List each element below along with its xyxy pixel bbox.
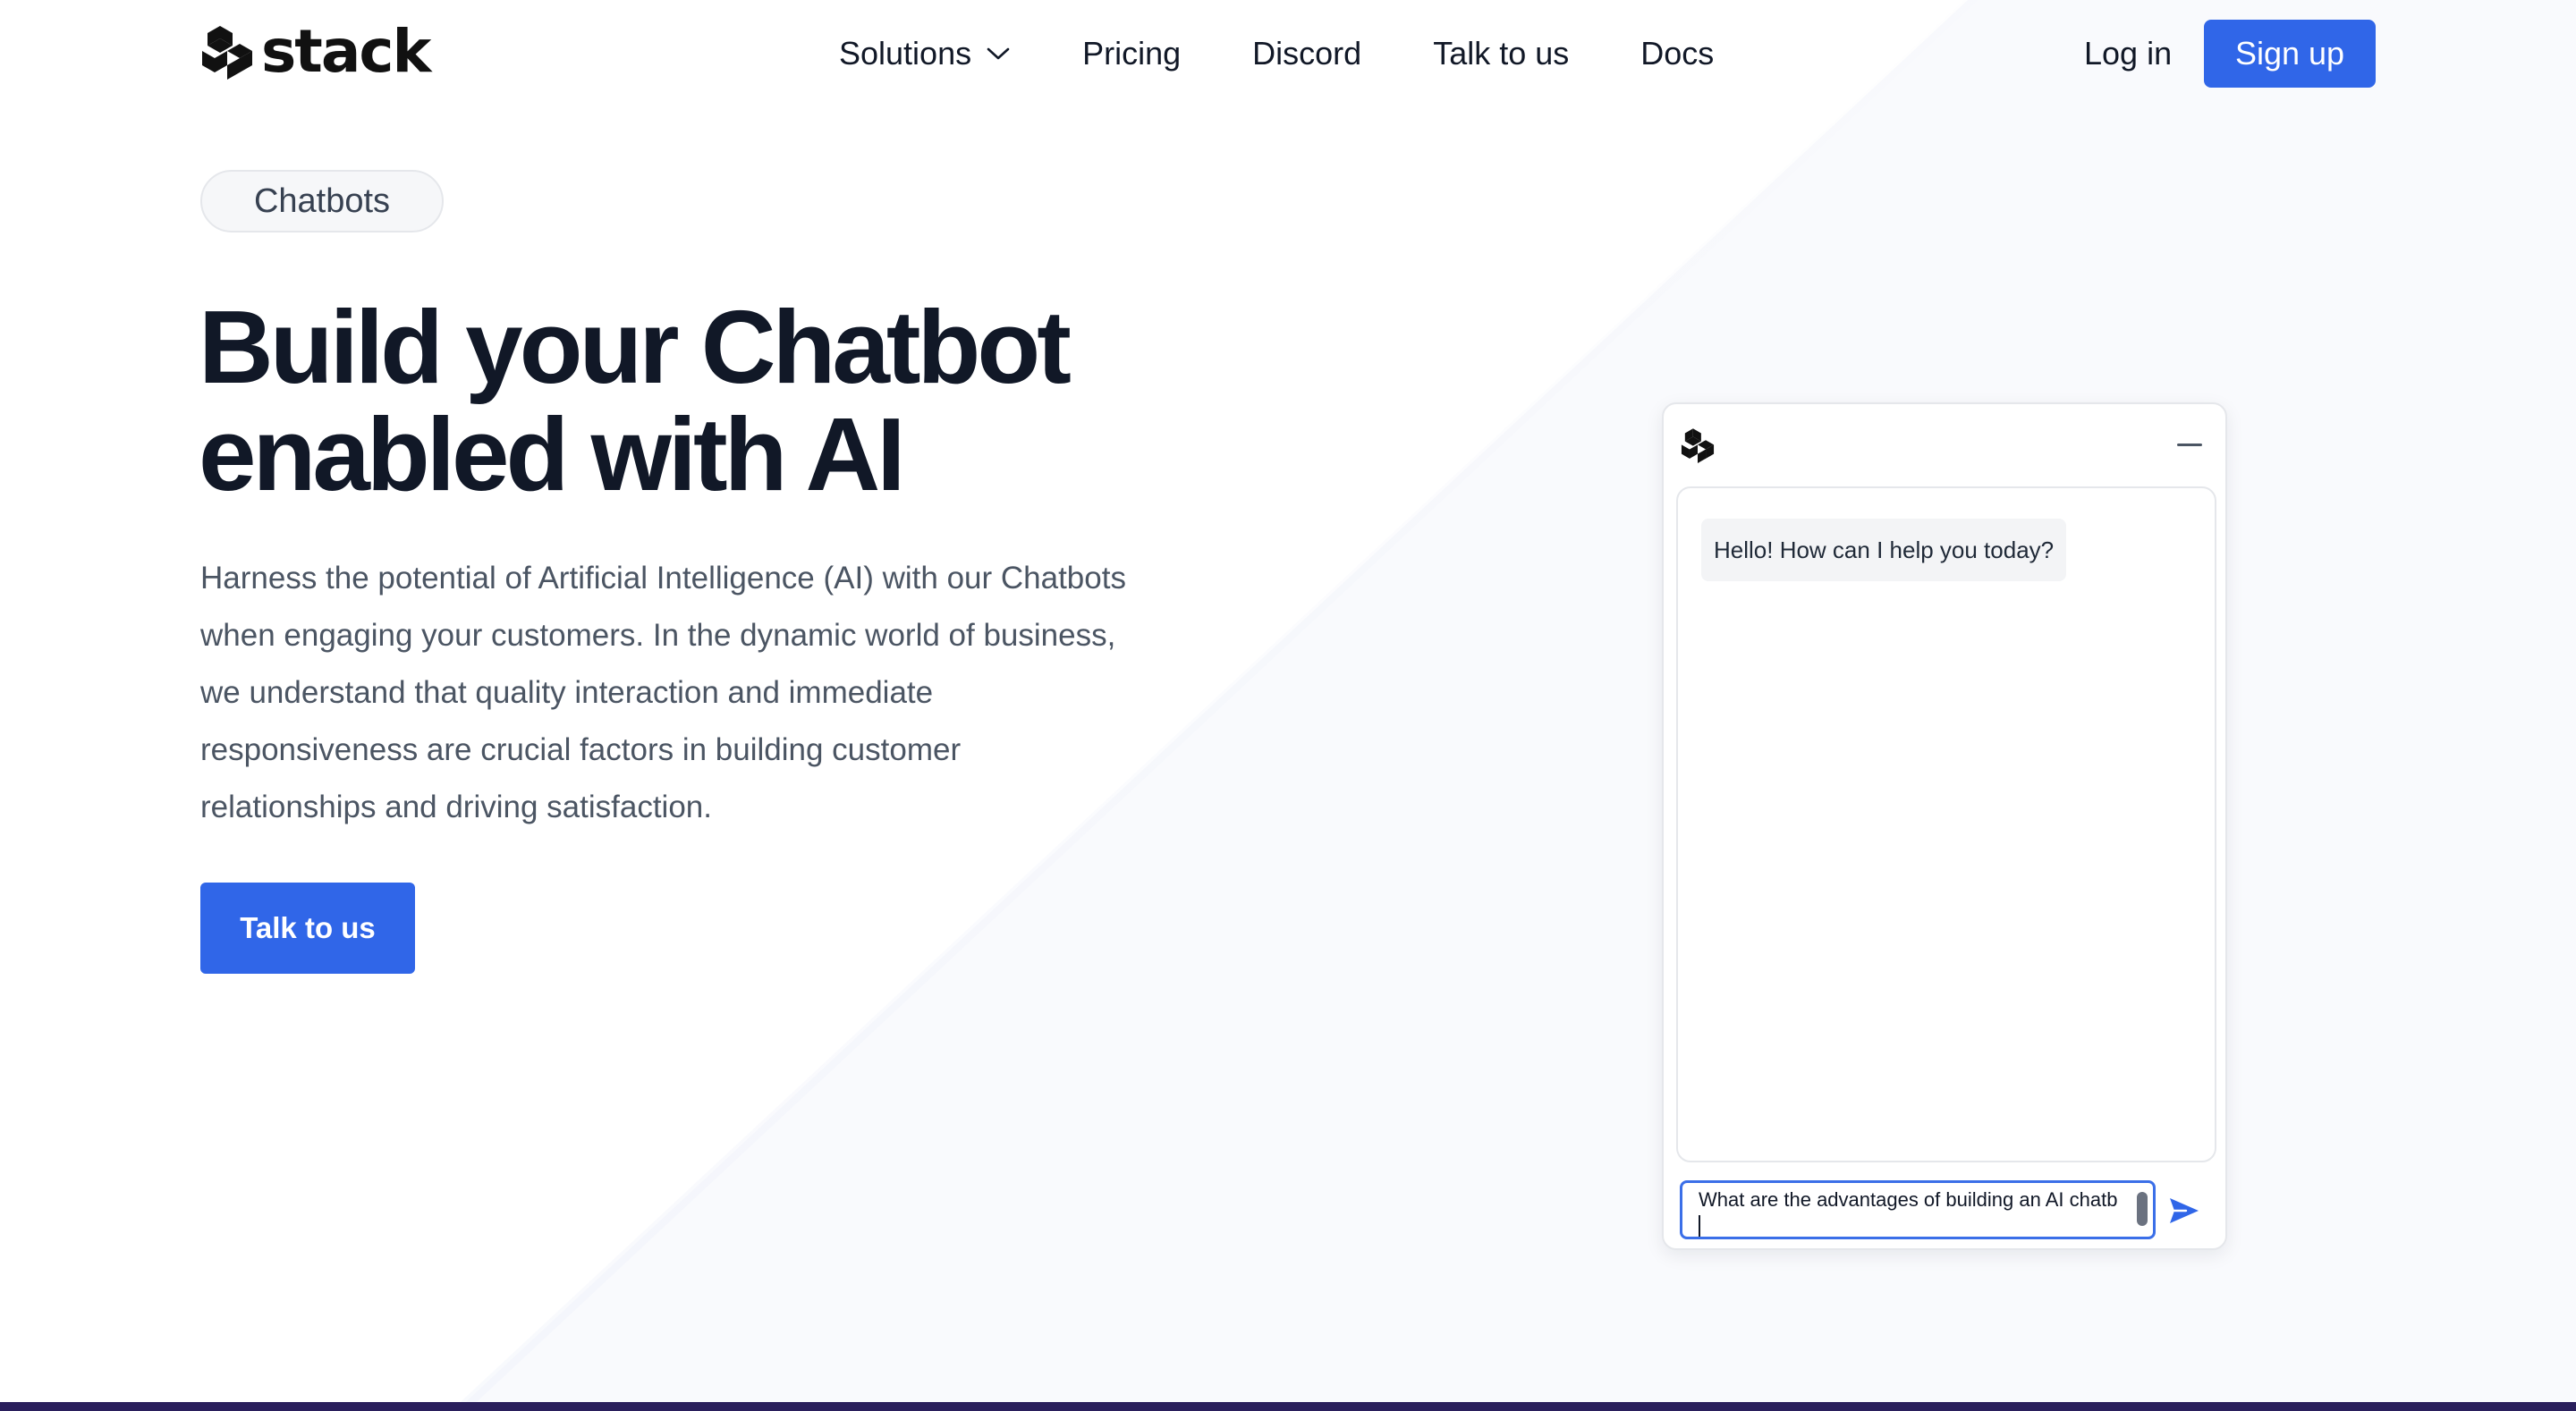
- chat-widget: Hello! How can I help you today? What ar…: [1662, 402, 2227, 1250]
- nav-item-pricing[interactable]: Pricing: [1082, 35, 1181, 72]
- text-caret: [1699, 1215, 1700, 1237]
- hero-title-line-2: enabled with AI: [199, 396, 905, 512]
- nav-item-solutions[interactable]: Solutions: [839, 35, 1011, 72]
- nav-item-talk-to-us[interactable]: Talk to us: [1433, 35, 1569, 72]
- signup-button[interactable]: Sign up: [2204, 20, 2376, 88]
- brand-logo[interactable]: stack: [200, 17, 431, 86]
- nav-item-discord[interactable]: Discord: [1252, 35, 1361, 72]
- landing-page: stack Solutions Pricing Discord Talk to …: [0, 0, 2576, 1411]
- login-link[interactable]: Log in: [2084, 30, 2172, 77]
- brand-name: stack: [261, 17, 431, 86]
- chat-widget-header: [1664, 404, 2225, 481]
- stack-logo-icon: [1681, 428, 1715, 463]
- talk-to-us-button[interactable]: Talk to us: [200, 883, 415, 974]
- assistant-message: Hello! How can I help you today?: [1701, 519, 2067, 581]
- bottom-edge-bar: [0, 1402, 2576, 1411]
- hero-title-line-1: Build your Chatbot: [199, 289, 1072, 405]
- chevron-down-icon: [987, 47, 1010, 60]
- minimize-icon[interactable]: [2177, 444, 2202, 446]
- site-header: stack Solutions Pricing Discord Talk to …: [0, 0, 2576, 107]
- nav-item-docs[interactable]: Docs: [1640, 35, 1714, 72]
- category-tag: Chatbots: [200, 170, 444, 232]
- main-nav: Solutions Pricing Discord Talk to us Doc…: [839, 30, 1714, 77]
- hero-description: Harness the potential of Artificial Inte…: [200, 561, 1126, 824]
- send-icon[interactable]: [2166, 1193, 2202, 1229]
- hero-title: Build your Chatbot enabled with AI: [199, 293, 1272, 508]
- nav-item-label: Solutions: [839, 35, 972, 72]
- chat-input-scrollbar[interactable]: [2137, 1192, 2148, 1226]
- chat-message-list: Hello! How can I help you today?: [1676, 486, 2216, 1162]
- chat-input-value: What are the advantages of building an A…: [1699, 1187, 2119, 1237]
- stack-logo-icon: [202, 26, 252, 80]
- chat-input[interactable]: What are the advantages of building an A…: [1680, 1180, 2156, 1239]
